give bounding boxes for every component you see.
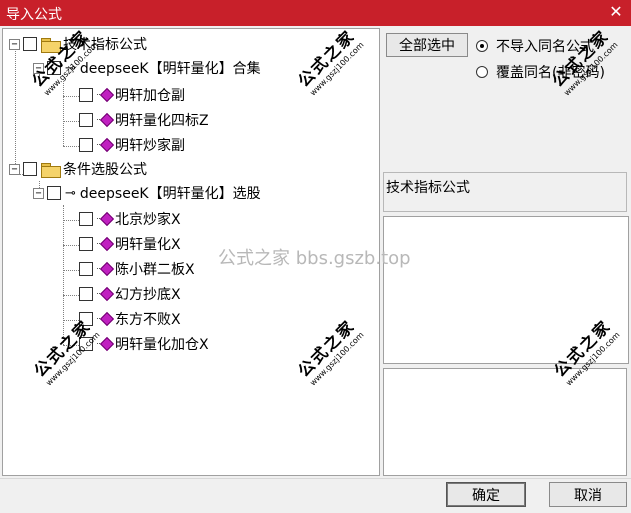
checkbox[interactable] [23,162,37,176]
title-bar: 导入公式 ✕ [0,0,631,26]
selected-type-label: 技术指标公式 [386,180,470,196]
tree-item-label: 北京炒家X [115,212,181,228]
tree-item-label: 明轩量化加仓X [115,337,209,353]
formula-gem-icon [97,89,111,101]
selected-type-box: 技术指标公式 [383,172,627,212]
close-icon[interactable]: ✕ [607,2,625,22]
formula-gem-icon [97,263,111,275]
radio-button[interactable] [476,40,488,52]
tree-item-label: 明轩炒家副 [115,138,185,154]
formula-gem-icon [97,313,111,325]
checkbox[interactable] [79,287,93,301]
key-icon: ⊸ [65,185,76,201]
tree-line [63,205,64,345]
footer-divider [0,478,631,479]
window-title: 导入公式 [6,7,62,23]
watermark-text: 公式之家 bbs.gszb.top [218,248,411,269]
checkbox[interactable] [47,186,61,200]
confirm-button[interactable]: 确定 [446,482,526,507]
radio-button[interactable] [476,66,488,78]
tree-item-label: 明轩量化四标Z [115,113,209,129]
collapse-toggle[interactable]: − [33,187,44,199]
formula-gem-icon [97,238,111,250]
checkbox[interactable] [23,37,37,51]
formula-gem-icon [97,213,111,225]
tree-group-2[interactable]: − 条件选股公式 [9,158,147,180]
tree-subgroup-2[interactable]: − ⊸ deepseeK【明轩量化】选股 [33,182,261,204]
formula-gem-icon [97,288,111,300]
select-all-button[interactable]: 全部选中 [386,33,468,57]
collapse-toggle[interactable]: − [9,163,20,175]
tree-item[interactable]: 明轩炒家副 [79,134,185,156]
collapse-toggle[interactable]: − [9,38,20,50]
tree-item-label: 明轩量化X [115,237,181,253]
folder-icon [41,162,61,178]
tree-item[interactable]: 陈小群二板X [79,258,195,280]
cancel-button[interactable]: 取消 [549,482,627,507]
checkbox[interactable] [79,237,93,251]
tree-item[interactable]: 明轩量化四标Z [79,109,209,131]
tree-item-label: 幻方抄底X [115,287,181,303]
checkbox[interactable] [79,212,93,226]
tree-line [15,49,16,174]
checkbox[interactable] [79,262,93,276]
checkbox[interactable] [79,138,93,152]
checkbox[interactable] [79,113,93,127]
tree-subgroup-label: deepseeK【明轩量化】选股 [79,186,261,202]
tree-item-label: 明轩加仓副 [115,88,185,104]
tree-item-label: 陈小群二板X [115,262,195,278]
tree-item-label: 东方不败X [115,312,181,328]
formula-gem-icon [97,114,111,126]
formula-gem-icon [97,139,111,151]
tree-item[interactable]: 北京炒家X [79,208,181,230]
tree-group-label: 条件选股公式 [63,162,147,178]
tree-item[interactable]: 明轩量化X [79,233,181,255]
tree-item[interactable]: 幻方抄底X [79,283,181,305]
